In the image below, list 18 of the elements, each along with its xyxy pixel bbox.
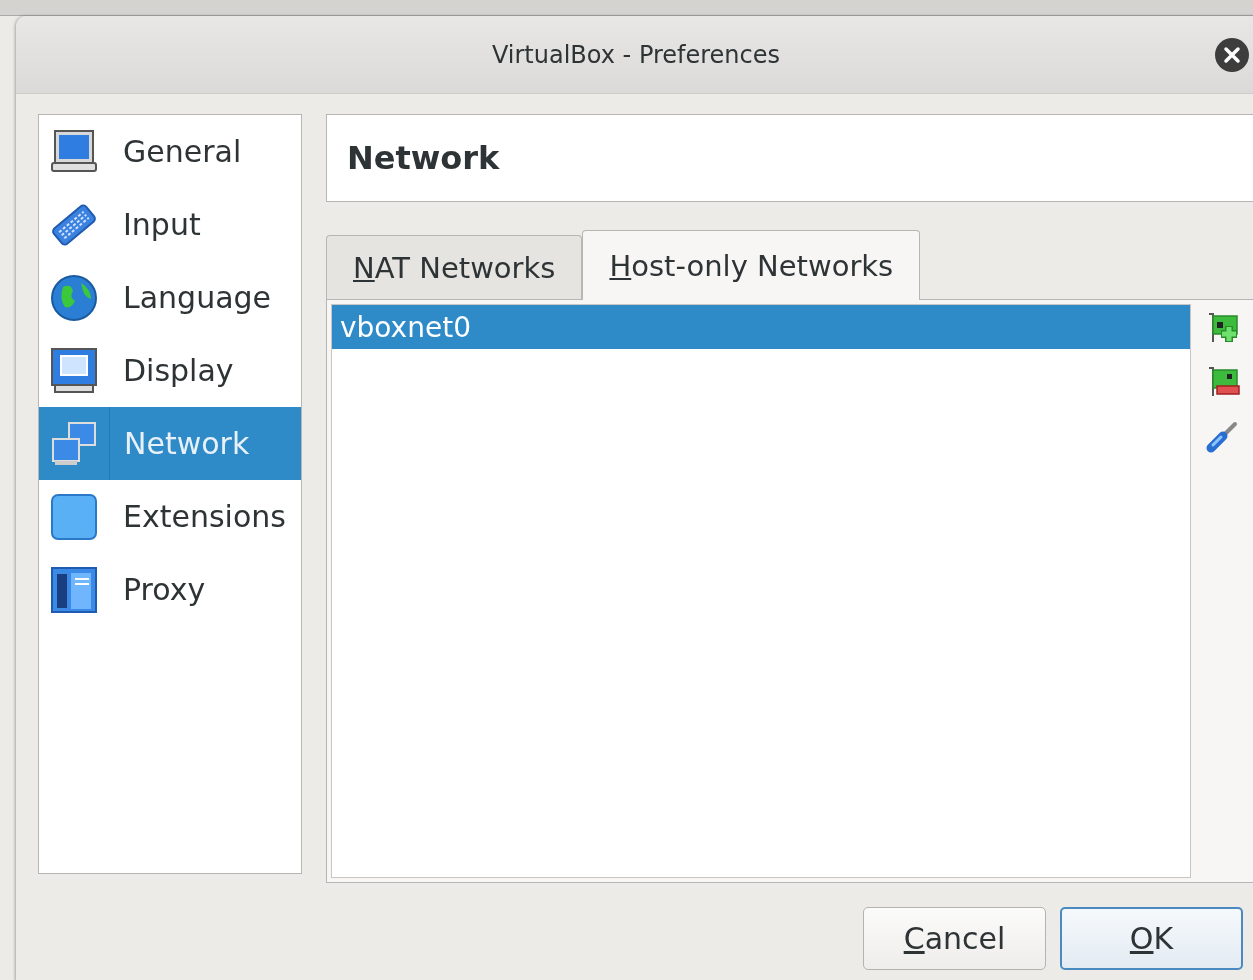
- sidebar-item[interactable]: Proxy: [39, 553, 301, 626]
- tab[interactable]: NAT Networks: [326, 235, 583, 299]
- close-icon[interactable]: [1215, 38, 1249, 72]
- tab[interactable]: Host-only Networks: [582, 230, 921, 300]
- ok-button[interactable]: OK: [1060, 907, 1243, 970]
- sidebar-item[interactable]: Extensions: [39, 480, 301, 553]
- network-row[interactable]: vboxnet0: [332, 305, 1190, 349]
- sidebar-item[interactable]: Display: [39, 334, 301, 407]
- window-title: VirtualBox - Preferences: [491, 40, 781, 69]
- monitor-icon: [49, 345, 99, 396]
- panels-icon: [49, 564, 99, 615]
- cancel-button[interactable]: Cancel: [863, 907, 1046, 970]
- sidebar-item[interactable]: General: [39, 115, 301, 188]
- page-title: Network: [347, 139, 500, 177]
- square-icon: [49, 491, 99, 542]
- sidebar-item[interactable]: Input: [39, 188, 301, 261]
- globe-icon: [49, 272, 99, 323]
- sidebar-item[interactable]: Language: [39, 261, 301, 334]
